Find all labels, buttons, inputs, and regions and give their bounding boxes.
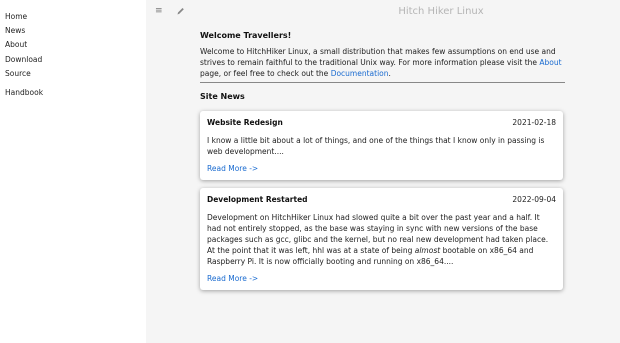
news-card: Development Restarted 2022-09-04 Develop… [200, 188, 563, 290]
sidebar-item-source[interactable]: Source [0, 67, 146, 81]
welcome-text: Welcome to HitchHiker Linux, a small dis… [200, 46, 565, 79]
news-card-date: 2022-09-04 [512, 195, 556, 204]
welcome-text-part: Welcome to HitchHiker Linux, a small dis… [200, 47, 556, 67]
welcome-heading: Welcome Travellers! [200, 31, 292, 40]
news-card-body-emphasis: almost [414, 246, 441, 255]
news-card-body: I know a little bit about a lot of thing… [207, 136, 545, 156]
sidebar-item-home[interactable]: Home [0, 10, 146, 24]
sidebar: Home News About Download Source Handbook [0, 0, 146, 343]
read-more-link[interactable]: Read More -> [207, 163, 258, 174]
welcome-text-part: page, or feel free to check out the [200, 69, 331, 78]
news-card-title: Website Redesign [207, 118, 283, 127]
sidebar-item-about[interactable]: About [0, 38, 146, 52]
sidebar-item-download[interactable]: Download [0, 53, 146, 67]
read-more-link[interactable]: Read More -> [207, 273, 258, 284]
about-link[interactable]: About [539, 58, 561, 67]
top-bar: ≡ Hitch Hiker Linux [146, 0, 620, 24]
welcome-text-part: . [388, 69, 391, 78]
main-column: Welcome Travellers! Welcome to HitchHike… [200, 30, 565, 290]
news-card: Website Redesign 2021-02-18 I know a lit… [200, 111, 563, 180]
content-area: ≡ Hitch Hiker Linux Welcome Travellers! … [146, 0, 620, 343]
site-news-heading: Site News [200, 92, 245, 101]
news-card-date: 2021-02-18 [512, 118, 556, 127]
documentation-link[interactable]: Documentation [331, 69, 389, 78]
sidebar-item-handbook[interactable]: Handbook [0, 86, 146, 100]
section-divider [200, 82, 565, 83]
site-title: Hitch Hiker Linux [398, 6, 484, 17]
sidebar-item-news[interactable]: News [0, 24, 146, 38]
news-card-title: Development Restarted [207, 195, 308, 204]
news-card-body: Development on HitchHiker Linux had slow… [207, 212, 556, 267]
